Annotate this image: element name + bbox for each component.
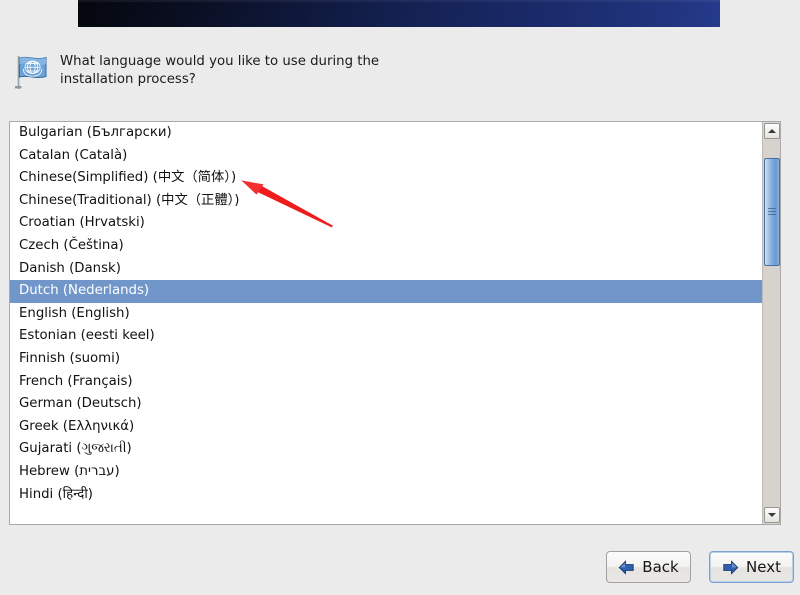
next-button[interactable]: Next <box>709 551 794 583</box>
flag-icon <box>12 52 52 92</box>
back-button[interactable]: Back <box>606 551 691 583</box>
list-scrollbar[interactable] <box>762 122 780 524</box>
language-list-item[interactable]: French (Français) <box>10 371 762 394</box>
language-listbox[interactable]: Bulgarian (Български) Catalan (Català) Chi… <box>9 121 781 525</box>
scrollbar-down-button[interactable] <box>764 507 780 523</box>
scrollbar-grip-icon <box>768 208 776 216</box>
language-list-item[interactable]: Croatian (Hrvatski) <box>10 212 762 235</box>
language-list-item[interactable]: Chinese(Traditional) (中文（正體）) <box>10 190 762 213</box>
language-list-item[interactable]: Greek (Ελληνικά) <box>10 416 762 439</box>
chevron-down-icon <box>768 513 776 517</box>
installer-banner <box>78 0 720 27</box>
language-list-item[interactable]: Danish (Dansk) <box>10 258 762 281</box>
arrow-right-icon <box>722 559 739 575</box>
language-list-item[interactable]: Catalan (Català) <box>10 145 762 168</box>
arrow-left-icon <box>618 559 635 575</box>
language-list[interactable]: Bulgarian (Български) Catalan (Català) Chi… <box>10 122 762 524</box>
language-list-item[interactable]: Hebrew (עברית) <box>10 461 762 484</box>
language-list-item[interactable]: English (English) <box>10 303 762 326</box>
language-list-item[interactable]: Hindi (हिन्दी) <box>10 484 762 507</box>
language-list-item[interactable]: Finnish (suomi) <box>10 348 762 371</box>
language-list-item[interactable]: Gujarati (ગુજરાતી) <box>10 438 762 461</box>
language-list-item[interactable]: Estonian (eesti keel) <box>10 325 762 348</box>
scrollbar-up-button[interactable] <box>764 123 780 139</box>
language-list-item[interactable]: Czech (Čeština) <box>10 235 762 258</box>
prompt-row: What language would you like to use duri… <box>0 46 800 98</box>
back-button-label: Back <box>642 558 679 576</box>
next-button-label: Next <box>746 558 781 576</box>
language-list-item[interactable]: Bulgarian (Български) <box>10 122 762 145</box>
language-list-item[interactable]: Chinese(Simplified) (中文（简体）) <box>10 167 762 190</box>
prompt-question: What language would you like to use duri… <box>60 54 380 87</box>
scrollbar-thumb[interactable] <box>764 158 780 266</box>
chevron-up-icon <box>768 129 776 133</box>
language-list-item[interactable]: Dutch (Nederlands) <box>10 280 762 303</box>
language-list-item[interactable]: German (Deutsch) <box>10 393 762 416</box>
